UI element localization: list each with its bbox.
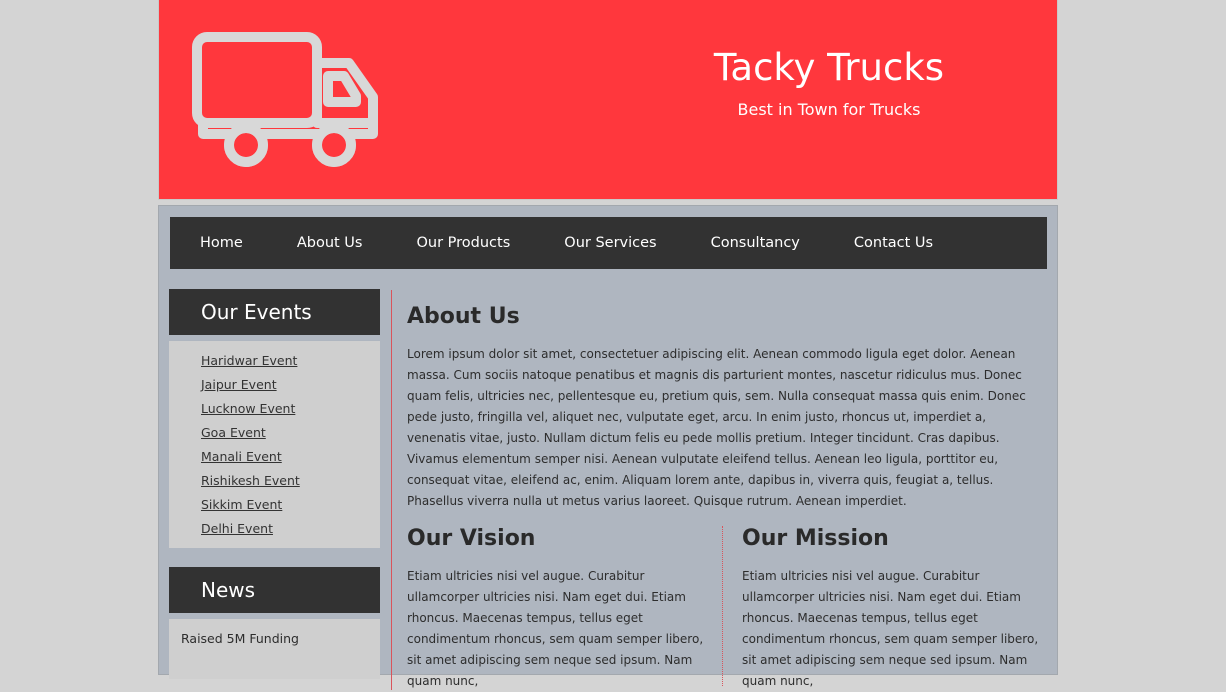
content-panel: Home About Us Our Products Our Services … [158, 205, 1058, 690]
mission-text: Etiam ultricies nisi vel augue. Curabitu… [742, 569, 1039, 688]
event-link-manali[interactable]: Manali Event [201, 449, 282, 464]
truck-icon [192, 32, 378, 167]
main-nav: Home About Us Our Products Our Services … [170, 217, 1047, 269]
event-link-delhi[interactable]: Delhi Event [201, 521, 273, 536]
list-item: Lucknow Event [201, 399, 380, 423]
news-heading: News [169, 567, 380, 613]
events-list: Haridwar Event Jaipur Event Lucknow Even… [169, 341, 380, 548]
nav-home[interactable]: Home [200, 235, 243, 251]
nav-about-us[interactable]: About Us [297, 235, 363, 251]
site-tagline: Best in Town for Trucks [737, 100, 921, 119]
event-link-lucknow[interactable]: Lucknow Event [201, 401, 295, 416]
site-header: Tacky Trucks Best in Town for Trucks [158, 0, 1058, 200]
list-item: Goa Event [201, 423, 380, 447]
event-link-jaipur[interactable]: Jaipur Event [201, 377, 277, 392]
nav-contact-us[interactable]: Contact Us [854, 235, 933, 251]
list-item: Delhi Event [201, 519, 380, 543]
event-link-rishikesh[interactable]: Rishikesh Event [201, 473, 300, 488]
events-heading: Our Events [169, 289, 380, 335]
list-item: Manali Event [201, 447, 380, 471]
news-item: Raised 5M Funding [181, 631, 299, 646]
column-divider [722, 526, 723, 686]
list-item: Sikkim Event [201, 495, 380, 519]
event-link-sikkim[interactable]: Sikkim Event [201, 497, 282, 512]
site-title: Tacky Trucks [713, 46, 945, 89]
list-item: Haridwar Event [201, 351, 380, 375]
page: Tacky Trucks Best in Town for Trucks Hom… [158, 0, 1058, 690]
list-item: Rishikesh Event [201, 471, 380, 495]
event-link-haridwar[interactable]: Haridwar Event [201, 353, 297, 368]
news-box: Raised 5M Funding [169, 619, 380, 679]
nav-our-products[interactable]: Our Products [416, 235, 510, 251]
vision-text: Etiam ultricies nisi vel augue. Curabitu… [407, 569, 704, 688]
list-item: Jaipur Event [201, 375, 380, 399]
event-link-goa[interactable]: Goa Event [201, 425, 266, 440]
about-heading: About Us [407, 304, 520, 329]
content-divider [391, 290, 392, 690]
about-text: Lorem ipsum dolor sit amet, consectetuer… [407, 347, 1026, 508]
nav-our-services[interactable]: Our Services [564, 235, 656, 251]
mission-heading: Our Mission [742, 526, 889, 551]
vision-heading: Our Vision [407, 526, 536, 551]
nav-consultancy[interactable]: Consultancy [711, 235, 800, 251]
